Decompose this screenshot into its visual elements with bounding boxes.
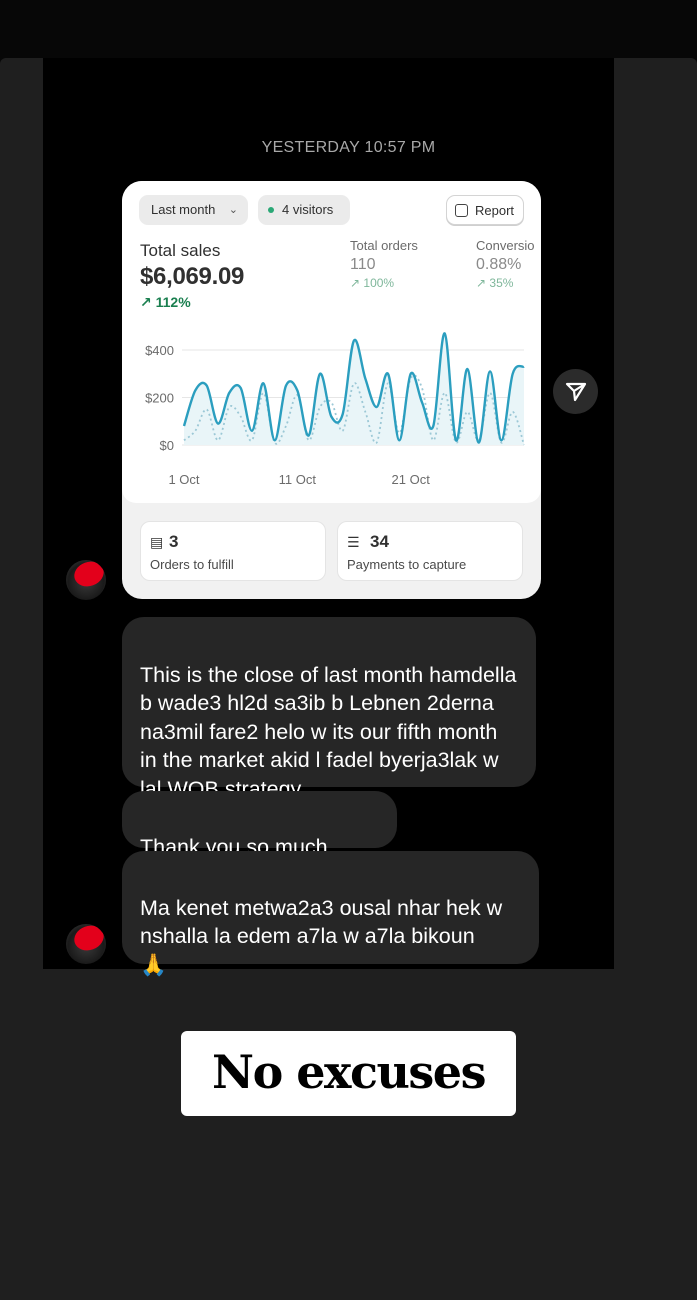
sales-line-chart: $0 $200 $400 1 Oct 11 Oct 21 Oct — [145, 332, 525, 487]
message-text: This is the close of last month hamdella… — [140, 662, 517, 801]
payments-to-capture-label: Payments to capture — [347, 557, 467, 572]
message-bubble[interactable]: Thank you so much ❤️ — [122, 791, 397, 887]
message-bubble[interactable]: This is the close of last month hamdella… — [122, 617, 536, 801]
x-tick-label: 21 Oct — [392, 472, 431, 487]
message-text: Ma kenet metwa2a3 ousal nhar hek w nshal… — [140, 895, 503, 949]
avatar[interactable] — [66, 560, 106, 600]
x-tick-label: 1 Oct — [168, 472, 199, 487]
y-tick-label: $0 — [160, 438, 174, 453]
redaction-mark — [70, 560, 106, 591]
x-tick-label: 11 Oct — [279, 472, 317, 487]
avatar[interactable] — [66, 924, 106, 964]
caption-sticker[interactable]: No excuses — [181, 1031, 516, 1116]
inbox-icon: ▤ — [150, 534, 164, 550]
message-timestamp: YESTERDAY 10:57 PM — [261, 139, 436, 156]
praying-hands-emoji: 🙏 — [140, 952, 167, 977]
payments-to-capture-count: 34 — [370, 532, 389, 551]
orders-to-fulfill-label: Orders to fulfill — [150, 557, 234, 572]
y-tick-label: $200 — [145, 391, 174, 406]
payments-to-capture-tile: ☰ 34 Payments to capture — [337, 521, 523, 581]
payment-hand-icon: ☰ — [347, 534, 360, 550]
orders-to-fulfill-tile: ▤ 3 Orders to fulfill — [140, 521, 326, 581]
send-icon — [565, 382, 587, 402]
caption-text: No excuses — [212, 1045, 486, 1099]
analytics-panel: Last month ⌄ 4 visitors Report Total sal… — [122, 181, 541, 503]
share-button[interactable] — [553, 369, 598, 414]
redaction-mark — [70, 924, 106, 955]
y-tick-label: $400 — [145, 343, 174, 358]
orders-to-fulfill-count: 3 — [169, 532, 179, 551]
message-bubble[interactable]: Ma kenet metwa2a3 ousal nhar hek w nshal… — [122, 851, 539, 977]
shared-dashboard-screenshot[interactable]: Last month ⌄ 4 visitors Report Total sal… — [122, 181, 541, 599]
